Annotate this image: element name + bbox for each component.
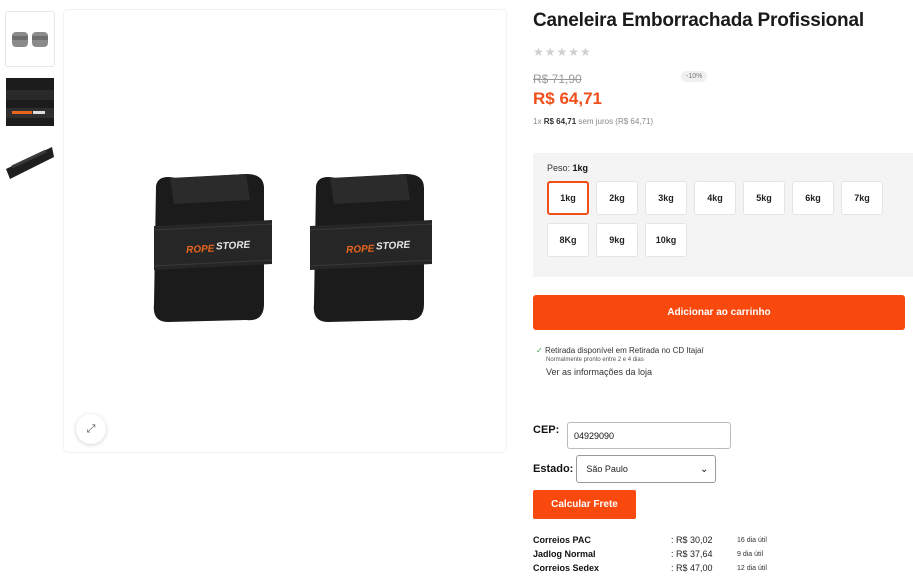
- thumbnail-pair-image: [12, 32, 48, 47]
- product-page: ROPE STORE ROPE STORE ⤢ Caneleira Emborr…: [0, 0, 913, 580]
- state-row: Estado: São Paulo ⌄: [533, 455, 717, 483]
- cep-input[interactable]: [567, 422, 731, 449]
- weight-option-2kg[interactable]: 2kg: [596, 181, 638, 215]
- weight-options: 1kg 2kg 3kg 4kg 5kg 6kg 7kg 8Kg 9kg 10kg: [547, 181, 897, 265]
- state-selected-value: São Paulo: [586, 464, 628, 474]
- weight-option-5kg[interactable]: 5kg: [743, 181, 785, 215]
- expand-icon[interactable]: ⤢: [76, 414, 106, 444]
- shipping-options: Correios PAC : R$ 30,02 16 dia útil Jadl…: [533, 533, 767, 575]
- weight-option-9kg[interactable]: 9kg: [596, 223, 638, 257]
- shipping-price: : R$ 47,00: [671, 563, 713, 573]
- weight-label-text: Peso:: [547, 163, 571, 173]
- product-title: Caneleira Emborrachada Profissional: [533, 10, 864, 31]
- shipping-price: : R$ 30,02: [671, 535, 713, 545]
- installments-suffix: sem juros (R$ 64,71): [578, 117, 654, 126]
- calculate-freight-button[interactable]: Calcular Frete: [533, 490, 636, 519]
- pickup-ready-time: Normalmente pronto entre 2 e 4 dias: [546, 357, 644, 363]
- weight-option-4kg[interactable]: 4kg: [694, 181, 736, 215]
- installments-info: 1x R$ 64,71 sem juros (R$ 64,71): [533, 117, 905, 126]
- thumbnail-2[interactable]: [6, 74, 54, 128]
- shipping-days: 9 dia útil: [737, 550, 764, 558]
- old-price: R$ 71,90: [533, 72, 582, 86]
- check-icon: ✓: [536, 346, 543, 355]
- shipping-option: Correios Sedex : R$ 47,00 12 dia útil: [533, 561, 767, 575]
- main-product-image[interactable]: ROPE STORE ROPE STORE ⤢: [64, 10, 506, 452]
- discount-badge: -10%: [681, 71, 708, 82]
- thumbnail-list: [5, 11, 55, 198]
- weight-selector: Peso: 1kg 1kg 2kg 3kg 4kg 5kg 6kg 7kg 8K…: [533, 153, 913, 277]
- thumbnail-1[interactable]: [5, 11, 55, 67]
- thumbnail-closeup-image: [6, 78, 54, 126]
- cep-row: CEP:: [533, 422, 731, 449]
- add-to-cart-button[interactable]: Adicionar ao carrinho: [533, 295, 905, 330]
- weight-selected-value: 1kg: [572, 163, 589, 173]
- weight-option-7kg[interactable]: 7kg: [841, 181, 883, 215]
- weight-option-8kg[interactable]: 8Kg: [547, 223, 589, 257]
- shipping-option: Correios PAC : R$ 30,02 16 dia útil: [533, 533, 767, 547]
- current-price: R$ 64,71: [533, 89, 602, 108]
- svg-text:ROPE: ROPE: [346, 244, 375, 256]
- old-price-row: R$ 71,90 -10%: [533, 70, 905, 86]
- shipping-name: Correios Sedex: [533, 563, 600, 573]
- installments-value: R$ 64,71: [543, 117, 577, 126]
- thumbnail-flat-image: [6, 147, 54, 179]
- shipping-days: 12 dia útil: [737, 564, 767, 572]
- shipping-name: Correios PAC: [533, 535, 591, 545]
- product-info: Caneleira Emborrachada Profissional ★★★★…: [533, 10, 905, 126]
- weight-option-1kg[interactable]: 1kg: [547, 181, 589, 215]
- chevron-down-icon: ⌄: [699, 463, 709, 475]
- ankle-weight-pair-image: ROPE STORE ROPE STORE: [153, 174, 433, 322]
- shipping-price: : R$ 37,64: [671, 549, 713, 559]
- rating-stars-icon[interactable]: ★★★★★: [533, 45, 905, 59]
- installments-count: 1x: [533, 117, 542, 126]
- shipping-name: Jadlog Normal: [533, 549, 596, 559]
- thumbnail-3[interactable]: [6, 136, 54, 190]
- weight-option-6kg[interactable]: 6kg: [792, 181, 834, 215]
- state-select[interactable]: São Paulo ⌄: [576, 455, 717, 483]
- pickup-info: ✓ Retirada disponível em Retirada no CD …: [536, 346, 836, 377]
- weight-label: Peso: 1kg: [547, 163, 899, 173]
- store-info-link[interactable]: Ver as informações da loja: [546, 367, 836, 377]
- weight-option-3kg[interactable]: 3kg: [645, 181, 687, 215]
- weight-option-10kg[interactable]: 10kg: [645, 223, 687, 257]
- pickup-availability-text: Retirada disponível em Retirada no CD It…: [544, 346, 704, 355]
- pickup-availability: ✓ Retirada disponível em Retirada no CD …: [536, 346, 836, 355]
- state-label: Estado:: [533, 463, 574, 475]
- svg-text:ROPE: ROPE: [186, 244, 215, 256]
- shipping-days: 16 dia útil: [737, 536, 767, 544]
- svg-text:STORE: STORE: [376, 240, 411, 253]
- cep-label: CEP:: [533, 424, 560, 436]
- svg-text:STORE: STORE: [216, 240, 251, 253]
- shipping-option: Jadlog Normal : R$ 37,64 9 dia útil: [533, 547, 767, 561]
